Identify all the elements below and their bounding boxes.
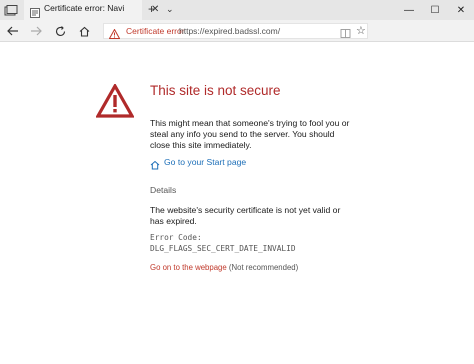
tab-title: Certificate error: Naviga	[44, 3, 124, 13]
details-toggle[interactable]: Details	[150, 185, 176, 195]
details-text: The website's security certificate is no…	[150, 205, 341, 226]
reading-view-icon[interactable]	[340, 26, 351, 38]
new-tab-button[interactable]: +	[148, 2, 155, 16]
go-on-row: Go on to the webpage (Not recommended)	[150, 263, 298, 272]
certificate-error-label[interactable]: Certificate error	[126, 26, 185, 36]
refresh-icon[interactable]	[52, 23, 68, 39]
start-page-link-text[interactable]: Go to your Start page	[164, 157, 246, 167]
tab-list-button[interactable]: ⌄	[166, 2, 174, 16]
url-text[interactable]: https://expired.badssl.com/	[179, 26, 280, 36]
forward-icon[interactable]	[28, 23, 44, 39]
back-icon[interactable]	[5, 23, 21, 39]
browser-tab[interactable]: Certificate error: Naviga ✕	[24, 0, 159, 20]
error-code: Error Code: DLG_FLAGS_SEC_CERT_DATE_INVA…	[150, 233, 296, 254]
title-bar: Certificate error: Naviga ✕ + ⌄ — ☐ ✕	[0, 0, 474, 20]
address-bar[interactable]: Certificate error https://expired.badssl…	[103, 23, 368, 39]
page-title: This site is not secure	[150, 83, 281, 98]
tab-backdrop-icon[interactable]	[4, 4, 18, 16]
error-code-label: Error Code:	[150, 233, 202, 242]
start-home-icon	[150, 157, 160, 170]
favicon-icon	[30, 5, 40, 18]
home-icon[interactable]	[76, 23, 92, 39]
minimize-button[interactable]: —	[396, 0, 422, 20]
start-page-link[interactable]: Go to your Start page	[150, 157, 246, 170]
warning-description: This might mean that someone's trying to…	[150, 118, 350, 151]
warning-triangle-icon	[95, 82, 135, 118]
not-recommended-note: (Not recommended)	[228, 263, 299, 272]
navigation-toolbar: Certificate error https://expired.badssl…	[0, 20, 474, 42]
go-on-link[interactable]: Go on to the webpage	[150, 263, 227, 272]
close-window-button[interactable]: ✕	[448, 0, 474, 20]
error-code-value: DLG_FLAGS_SEC_CERT_DATE_INVALID	[150, 243, 296, 253]
maximize-button[interactable]: ☐	[422, 0, 448, 20]
warning-icon[interactable]	[108, 26, 121, 39]
favorite-star-icon[interactable]: ☆	[356, 24, 366, 37]
